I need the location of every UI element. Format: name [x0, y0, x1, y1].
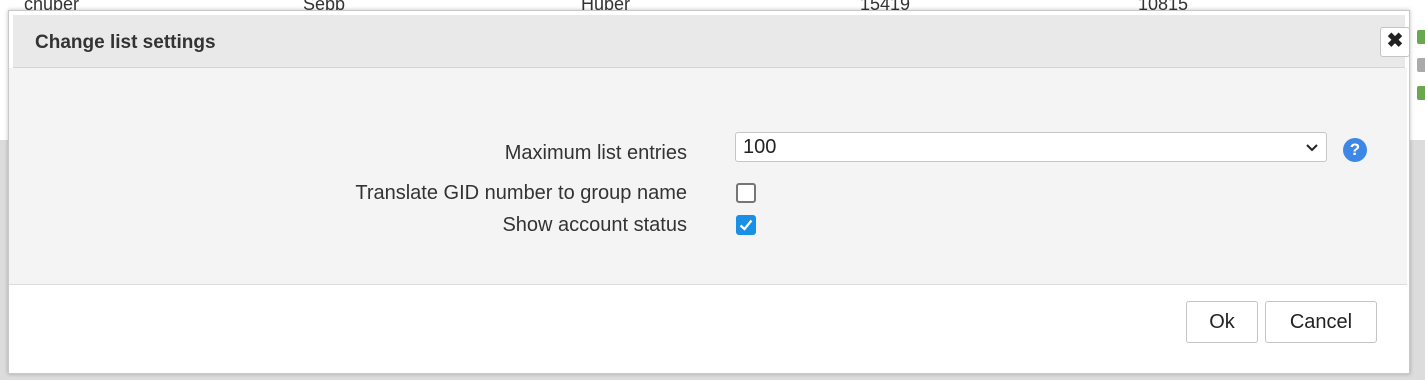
dialog-title: Change list settings	[35, 32, 216, 53]
max-entries-value: 100	[743, 136, 777, 158]
help-icon-glyph: ?	[1349, 140, 1361, 159]
close-icon: ✖	[1386, 30, 1404, 52]
edit-icon	[1417, 30, 1425, 44]
checkmark-icon	[739, 219, 753, 231]
dialog-body: Maximum list entries 100 ? Translate GID…	[9, 68, 1407, 285]
translate-gid-checkbox[interactable]	[736, 183, 756, 203]
ok-button[interactable]: Ok	[1186, 301, 1258, 343]
change-list-settings-dialog: Change list settings ✖ Maximum list entr…	[8, 10, 1410, 374]
edit-icon	[1417, 86, 1425, 100]
max-entries-label: Maximum list entries	[504, 142, 687, 164]
show-status-checkbox[interactable]	[736, 215, 756, 235]
dialog-footer: Ok Cancel	[9, 285, 1407, 371]
chevron-down-icon	[1306, 144, 1318, 152]
max-entries-select[interactable]: 100	[735, 132, 1327, 162]
lock-icon	[1417, 58, 1425, 72]
show-status-label: Show account status	[502, 214, 687, 236]
translate-gid-label: Translate GID number to group name	[355, 182, 687, 204]
dialog-header: Change list settings ✖	[13, 15, 1410, 68]
close-button[interactable]: ✖	[1380, 27, 1410, 57]
cancel-button[interactable]: Cancel	[1265, 301, 1377, 343]
row-action-icons	[1417, 30, 1425, 114]
help-icon[interactable]: ?	[1343, 138, 1367, 162]
